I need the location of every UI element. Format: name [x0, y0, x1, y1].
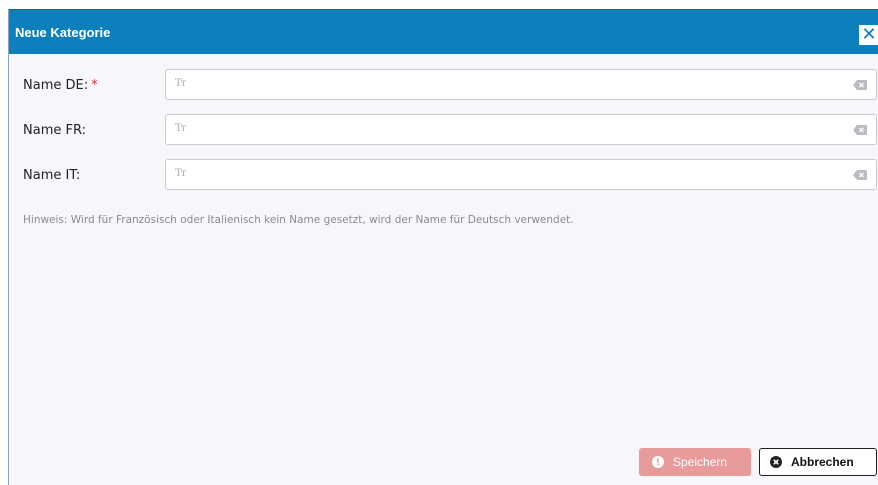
save-button[interactable]: Speichern — [639, 448, 751, 476]
text-icon: Tт — [175, 168, 186, 179]
name-de-label: Name DE: * — [23, 78, 98, 93]
name-fr-input-box[interactable]: Tт — [165, 114, 877, 146]
name-it-input[interactable] — [194, 160, 838, 191]
save-button-label: Speichern — [673, 455, 728, 469]
field-row-name-it: Name IT: Tт — [9, 159, 878, 191]
name-it-input-box[interactable]: Tт — [165, 159, 877, 191]
x-circle-icon — [770, 456, 782, 468]
name-it-label: Name IT: — [23, 168, 81, 183]
clear-icon[interactable] — [853, 80, 867, 90]
name-de-input[interactable] — [194, 70, 838, 101]
hint-text: Hinweis: Wird für Französisch oder Itali… — [23, 214, 574, 226]
text-icon: Tт — [175, 78, 186, 89]
cancel-button-label: Abbrechen — [791, 455, 854, 469]
name-de-input-box[interactable]: Tт — [165, 69, 877, 101]
close-icon: ✕ — [861, 24, 877, 45]
field-row-name-de: Name DE: * Tт — [9, 69, 878, 101]
cancel-button[interactable]: Abbrechen — [759, 448, 877, 476]
info-circle-icon — [652, 456, 664, 468]
dialog-titlebar: Neue Kategorie ✕ — [9, 9, 878, 54]
required-marker: * — [91, 78, 98, 93]
clear-icon[interactable] — [853, 170, 867, 180]
name-fr-input[interactable] — [194, 115, 838, 146]
dialog-title: Neue Kategorie — [15, 25, 111, 40]
name-fr-label: Name FR: — [23, 123, 86, 138]
close-button[interactable]: ✕ — [859, 25, 878, 45]
clear-icon[interactable] — [853, 125, 867, 135]
new-category-dialog: Neue Kategorie ✕ Name DE: * Tт Name FR: T… — [8, 9, 878, 485]
field-row-name-fr: Name FR: Tт — [9, 114, 878, 146]
text-icon: Tт — [175, 123, 186, 134]
